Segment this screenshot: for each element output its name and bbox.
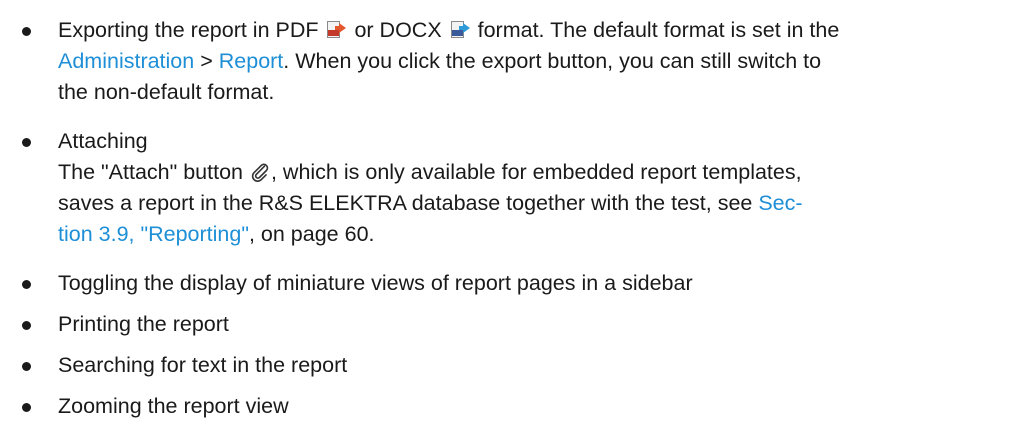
list-item-toggle-thumbnails: Toggling the display of miniature views …: [0, 268, 1023, 299]
list-item-search: Searching for text in the report: [0, 350, 1023, 381]
text: , on page 60.: [248, 222, 375, 246]
report-link[interactable]: Report: [219, 49, 284, 73]
bullet: [22, 27, 31, 36]
text: >: [194, 49, 219, 73]
section-link-part2[interactable]: tion 3.9, "Reporting": [58, 222, 249, 246]
list-item-attaching: Attaching The "Attach" button , which is…: [0, 126, 1023, 250]
bullet: [22, 362, 31, 371]
feature-list: Exporting the report in PDF or DOCX form…: [0, 15, 1023, 422]
text: or DOCX: [348, 18, 448, 42]
text: saves a report in the R&S ELEKTRA databa…: [58, 191, 759, 215]
text: Toggling the display of miniature views …: [58, 271, 693, 295]
list-item-export: Exporting the report in PDF or DOCX form…: [0, 15, 1023, 108]
list-item-print: Printing the report: [0, 309, 1023, 340]
paperclip-icon: [250, 160, 270, 182]
bullet: [22, 280, 31, 289]
administration-link[interactable]: Administration: [58, 49, 194, 73]
bullet: [22, 321, 31, 330]
pdf-export-icon: [326, 20, 347, 40]
text: Searching for text in the report: [58, 353, 348, 377]
item-title: Attaching: [58, 129, 148, 153]
text: Printing the report: [58, 312, 229, 336]
list-item-zoom: Zooming the report view: [0, 391, 1023, 422]
text: , which is only available for embedded r…: [270, 160, 802, 184]
text: The "Attach" button: [58, 160, 249, 184]
bullet: [22, 403, 31, 412]
bullet: [22, 138, 31, 147]
docx-export-icon: [450, 20, 470, 40]
text: Zooming the report view: [58, 394, 289, 418]
document-page: Exporting the report in PDF or DOCX form…: [0, 15, 1023, 438]
text: format. The default format is set in the: [471, 18, 840, 42]
section-link-part1[interactable]: Sec-: [758, 191, 802, 215]
text: the non-default format.: [58, 80, 275, 104]
text: Exporting the report in PDF: [58, 18, 325, 42]
text: . When you click the export button, you …: [283, 49, 822, 73]
